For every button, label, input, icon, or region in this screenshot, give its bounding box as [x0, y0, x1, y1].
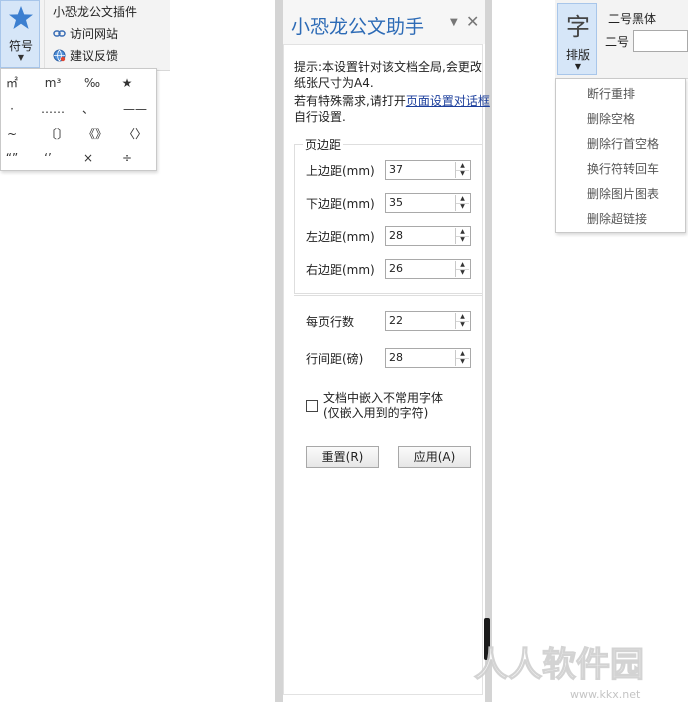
- symbol-item[interactable]: 《》: [76, 123, 114, 145]
- feedback-button[interactable]: 建议反馈: [53, 46, 118, 64]
- symbol-item[interactable]: “”: [0, 147, 31, 169]
- symbol-item[interactable]: 〔〕: [38, 123, 76, 145]
- layout-menu: 断行重排 删除空格 删除行首空格 换行符转回车 删除图片图表 删除超链接: [555, 78, 686, 233]
- link-icon: [53, 29, 66, 37]
- right-margin-value: 26: [389, 262, 403, 275]
- spinner-buttons: ▲ ▼: [455, 195, 469, 211]
- chevron-down-icon: ▼: [17, 53, 25, 62]
- menu-item-remove-spaces[interactable]: 删除空格: [587, 110, 635, 127]
- watermark-logo: 人人软件园 www.kkx.net: [473, 644, 644, 701]
- menu-item-reflow[interactable]: 断行重排: [587, 85, 635, 102]
- symbol-item[interactable]: ·: [0, 98, 31, 120]
- menu-item-remove-images[interactable]: 删除图片图表: [587, 185, 659, 202]
- watermark-text: 人人软件园: [474, 645, 644, 685]
- feedback-label: 建议反馈: [70, 48, 119, 63]
- hint-text-2-pre: 若有特殊需求,请打开: [294, 94, 406, 108]
- symbol-item[interactable]: m³: [34, 72, 72, 94]
- pane-menu-icon[interactable]: ▼: [450, 17, 458, 28]
- close-icon[interactable]: ✕: [466, 12, 479, 31]
- symbol-item[interactable]: ×: [69, 147, 107, 169]
- symbol-popup: ㎡ m³ ‰ ★ · …… 、 —— ~ 〔〕 《》 〈〉 “” ‘’ × ÷: [0, 68, 157, 171]
- symbol-button-label: 符号: [8, 39, 33, 53]
- left-margin-input[interactable]: 28 ▲ ▼: [385, 226, 471, 246]
- line-spacing-value: 28: [389, 351, 403, 364]
- font-size-label: 二号: [605, 35, 630, 49]
- hint-text-2: 若有特殊需求,请打开页面设置对话框自行设置.: [294, 93, 490, 125]
- line-spacing-input[interactable]: 28 ▲ ▼: [385, 348, 471, 368]
- left-margin-value: 28: [389, 229, 403, 242]
- menu-item-remove-leading-spaces[interactable]: 删除行首空格: [587, 135, 659, 152]
- hint-text-2-post: 自行设置.: [294, 110, 346, 124]
- pane-title: 小恐龙公文助手: [291, 16, 425, 38]
- spin-down-icon[interactable]: ▼: [456, 203, 469, 211]
- visit-site-button[interactable]: 访问网站: [53, 24, 118, 42]
- lines-per-page-label: 每页行数: [306, 315, 355, 329]
- globe-icon: [53, 49, 66, 61]
- symbol-item[interactable]: 、: [69, 98, 107, 120]
- spin-down-icon[interactable]: ▼: [456, 269, 469, 277]
- symbol-item[interactable]: ★: [108, 72, 146, 94]
- layout-button[interactable]: 字 排版 ▼: [557, 3, 597, 75]
- font-name-button[interactable]: 二号黑体: [608, 10, 656, 27]
- top-margin-label: 上边距(mm): [306, 164, 375, 178]
- right-margin-input[interactable]: 26 ▲ ▼: [385, 259, 471, 279]
- page-setup-link[interactable]: 页面设置对话框: [406, 94, 490, 108]
- star-icon: [9, 6, 33, 29]
- bottom-margin-value: 35: [389, 196, 403, 209]
- symbol-item[interactable]: 〈〉: [116, 123, 154, 145]
- symbol-button[interactable]: 符号 ▼: [0, 0, 40, 68]
- layout-glyph-icon: 字: [566, 13, 590, 41]
- symbol-item[interactable]: ——: [116, 98, 154, 120]
- symbol-item[interactable]: ㎡: [0, 72, 31, 94]
- lines-per-page-value: 22: [389, 314, 403, 327]
- spin-down-icon[interactable]: ▼: [456, 321, 469, 329]
- watermark-url: www.kkx.net: [570, 688, 641, 701]
- symbol-item[interactable]: ……: [34, 98, 72, 120]
- spin-down-icon[interactable]: ▼: [456, 170, 469, 178]
- bottom-margin-input[interactable]: 35 ▲ ▼: [385, 193, 471, 213]
- right-margin-label: 右边距(mm): [306, 263, 375, 277]
- menu-item-remove-hyperlinks[interactable]: 删除超链接: [587, 210, 647, 227]
- spinner-buttons: ▲ ▼: [455, 350, 469, 366]
- spinner-buttons: ▲ ▼: [455, 162, 469, 178]
- reset-button[interactable]: 重置(R): [306, 446, 379, 468]
- spinner-buttons: ▲ ▼: [455, 228, 469, 244]
- plugin-group: 小恐龙公文插件 访问网站 建议反馈: [44, 0, 170, 68]
- left-margin-label: 左边距(mm): [306, 230, 375, 244]
- spinner-buttons: ▲ ▼: [455, 261, 469, 277]
- embed-fonts-label-line1: 文档中嵌入不常用字体: [323, 391, 444, 405]
- embed-fonts-checkbox[interactable]: [306, 400, 318, 412]
- layout-button-label: 排版: [565, 48, 590, 62]
- divider: [294, 295, 482, 296]
- chevron-down-icon: ▼: [574, 62, 582, 71]
- symbol-item[interactable]: ‰: [73, 72, 111, 94]
- spin-down-icon[interactable]: ▼: [456, 358, 469, 366]
- margin-legend: 页边距: [303, 136, 344, 153]
- font-size-input[interactable]: [633, 30, 688, 52]
- spinner-buttons: ▲ ▼: [455, 313, 469, 329]
- embed-fonts-label-line2: (仅嵌入用到的字符): [323, 406, 429, 420]
- apply-button[interactable]: 应用(A): [398, 446, 471, 468]
- lines-per-page-input[interactable]: 22 ▲ ▼: [385, 311, 471, 331]
- plugin-title: 小恐龙公文插件: [53, 5, 138, 19]
- bottom-margin-label: 下边距(mm): [306, 197, 375, 211]
- line-spacing-label: 行间距(磅): [306, 352, 364, 366]
- embed-fonts-label: 文档中嵌入不常用字体 (仅嵌入用到的字符): [323, 391, 483, 421]
- hint-text: 提示:本设置针对该文档全局,会更改纸张尺寸为A4.: [294, 60, 482, 90]
- symbol-item[interactable]: ÷: [108, 147, 146, 169]
- top-margin-value: 37: [389, 163, 403, 176]
- menu-item-linebreak-to-return[interactable]: 换行符转回车: [587, 160, 659, 177]
- visit-site-label: 访问网站: [70, 26, 119, 41]
- symbol-item[interactable]: ~: [0, 123, 31, 145]
- spin-down-icon[interactable]: ▼: [456, 236, 469, 244]
- symbol-item[interactable]: ‘’: [29, 147, 67, 169]
- top-margin-input[interactable]: 37 ▲ ▼: [385, 160, 471, 180]
